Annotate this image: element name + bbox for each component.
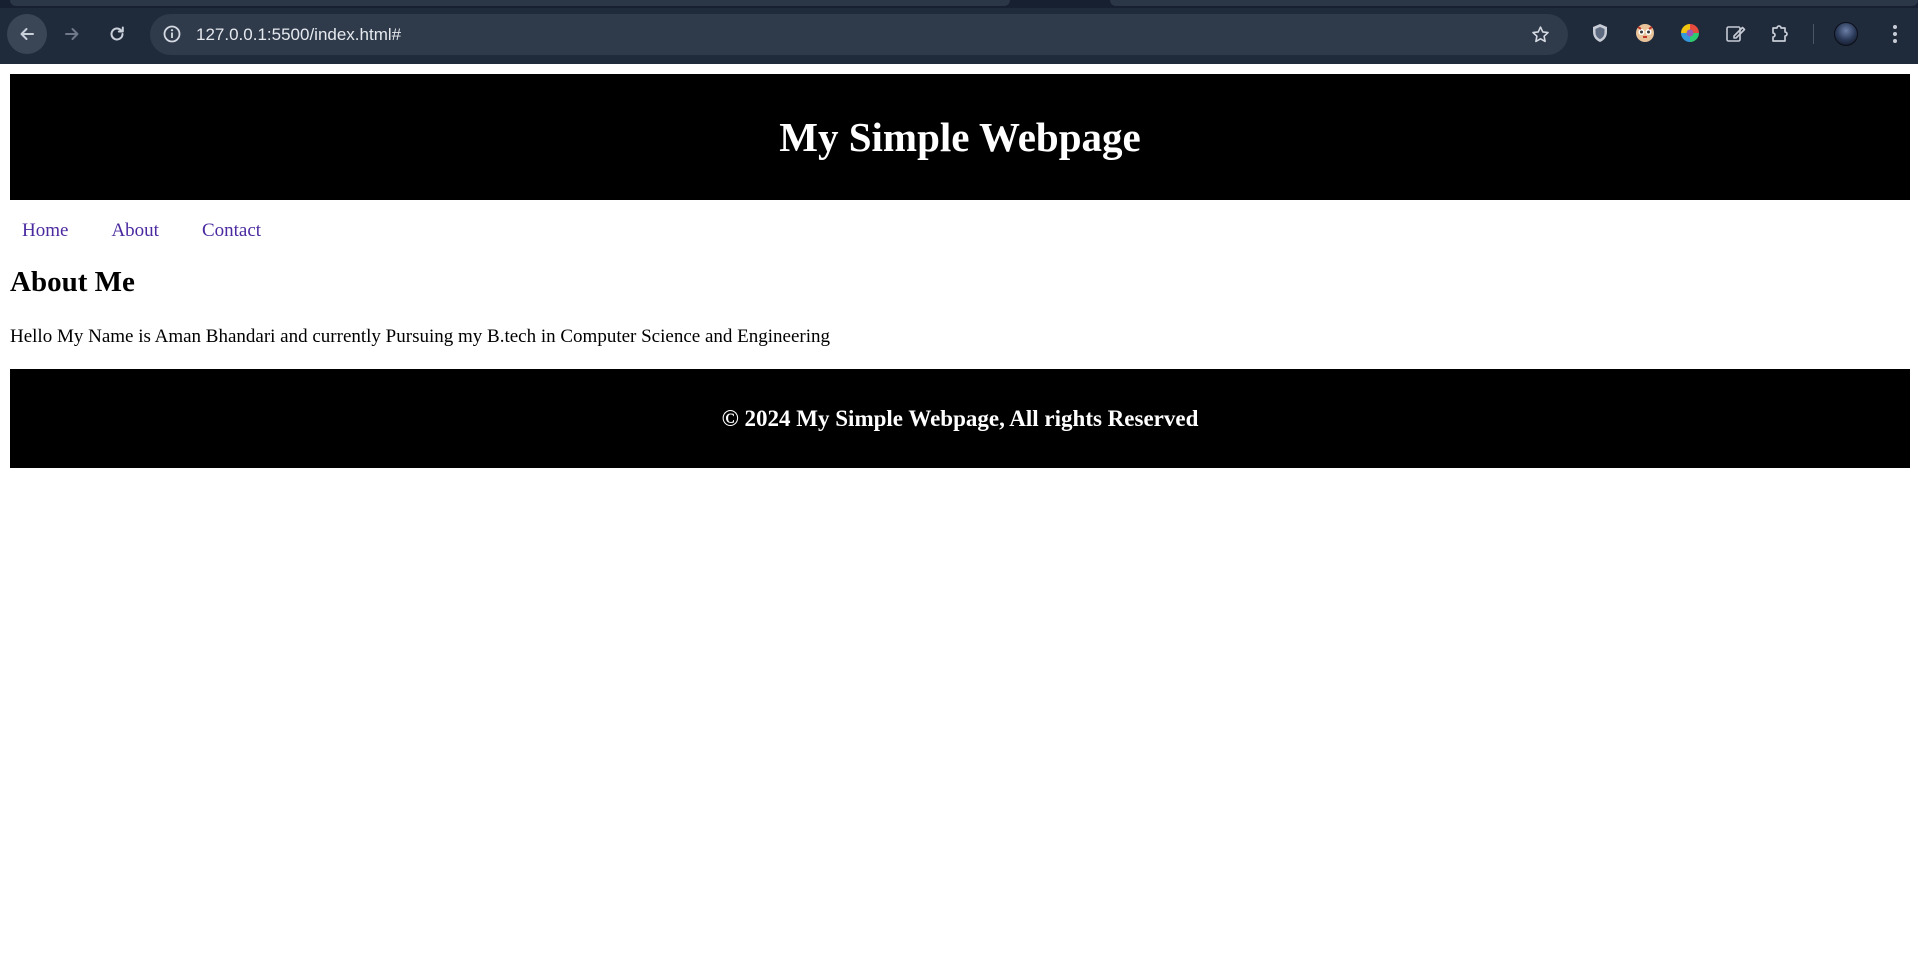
tab-edge[interactable] <box>10 0 1010 6</box>
address-bar[interactable]: 127.0.0.1:5500/index.html# <box>150 14 1568 55</box>
footer-text: © 2024 My Simple Webpage, All rights Res… <box>721 405 1199 431</box>
kebab-menu-icon[interactable] <box>1884 22 1906 46</box>
browser-toolbar: 127.0.0.1:5500/index.html# <box>0 0 1918 64</box>
tab-strip <box>0 0 1918 8</box>
nav-link-about[interactable]: About <box>111 220 159 246</box>
owl-extension-icon[interactable] <box>1634 22 1656 44</box>
edit-note-extension-icon[interactable] <box>1724 22 1746 44</box>
toolbar-divider <box>1813 24 1814 44</box>
reload-button[interactable] <box>97 14 137 54</box>
arrow-right-icon <box>65 28 79 40</box>
color-wheel-extension-icon[interactable] <box>1679 22 1701 44</box>
reload-icon <box>110 26 124 41</box>
shield-extension-icon[interactable] <box>1589 22 1611 44</box>
star-icon[interactable] <box>1530 24 1551 45</box>
page-content: My Simple Webpage Home About Contact Abo… <box>0 64 1918 970</box>
back-button[interactable] <box>7 14 47 54</box>
profile-avatar[interactable] <box>1834 22 1858 46</box>
url-text[interactable]: 127.0.0.1:5500/index.html# <box>196 25 401 45</box>
puzzle-extensions-icon[interactable] <box>1769 22 1791 44</box>
arrow-left-icon <box>20 28 34 40</box>
about-text: Hello My Name is Aman Bhandari and curre… <box>10 326 830 347</box>
tab-edge[interactable] <box>1110 0 1918 6</box>
site-header: My Simple Webpage <box>10 74 1910 200</box>
about-heading: About Me <box>10 266 135 298</box>
info-icon[interactable] <box>162 24 182 44</box>
nav-link-home[interactable]: Home <box>22 220 68 246</box>
site-title: My Simple Webpage <box>779 114 1141 160</box>
site-nav: Home About Contact <box>10 220 292 246</box>
site-footer: © 2024 My Simple Webpage, All rights Res… <box>10 369 1910 468</box>
nav-link-contact[interactable]: Contact <box>202 220 261 246</box>
forward-button[interactable] <box>52 14 92 54</box>
